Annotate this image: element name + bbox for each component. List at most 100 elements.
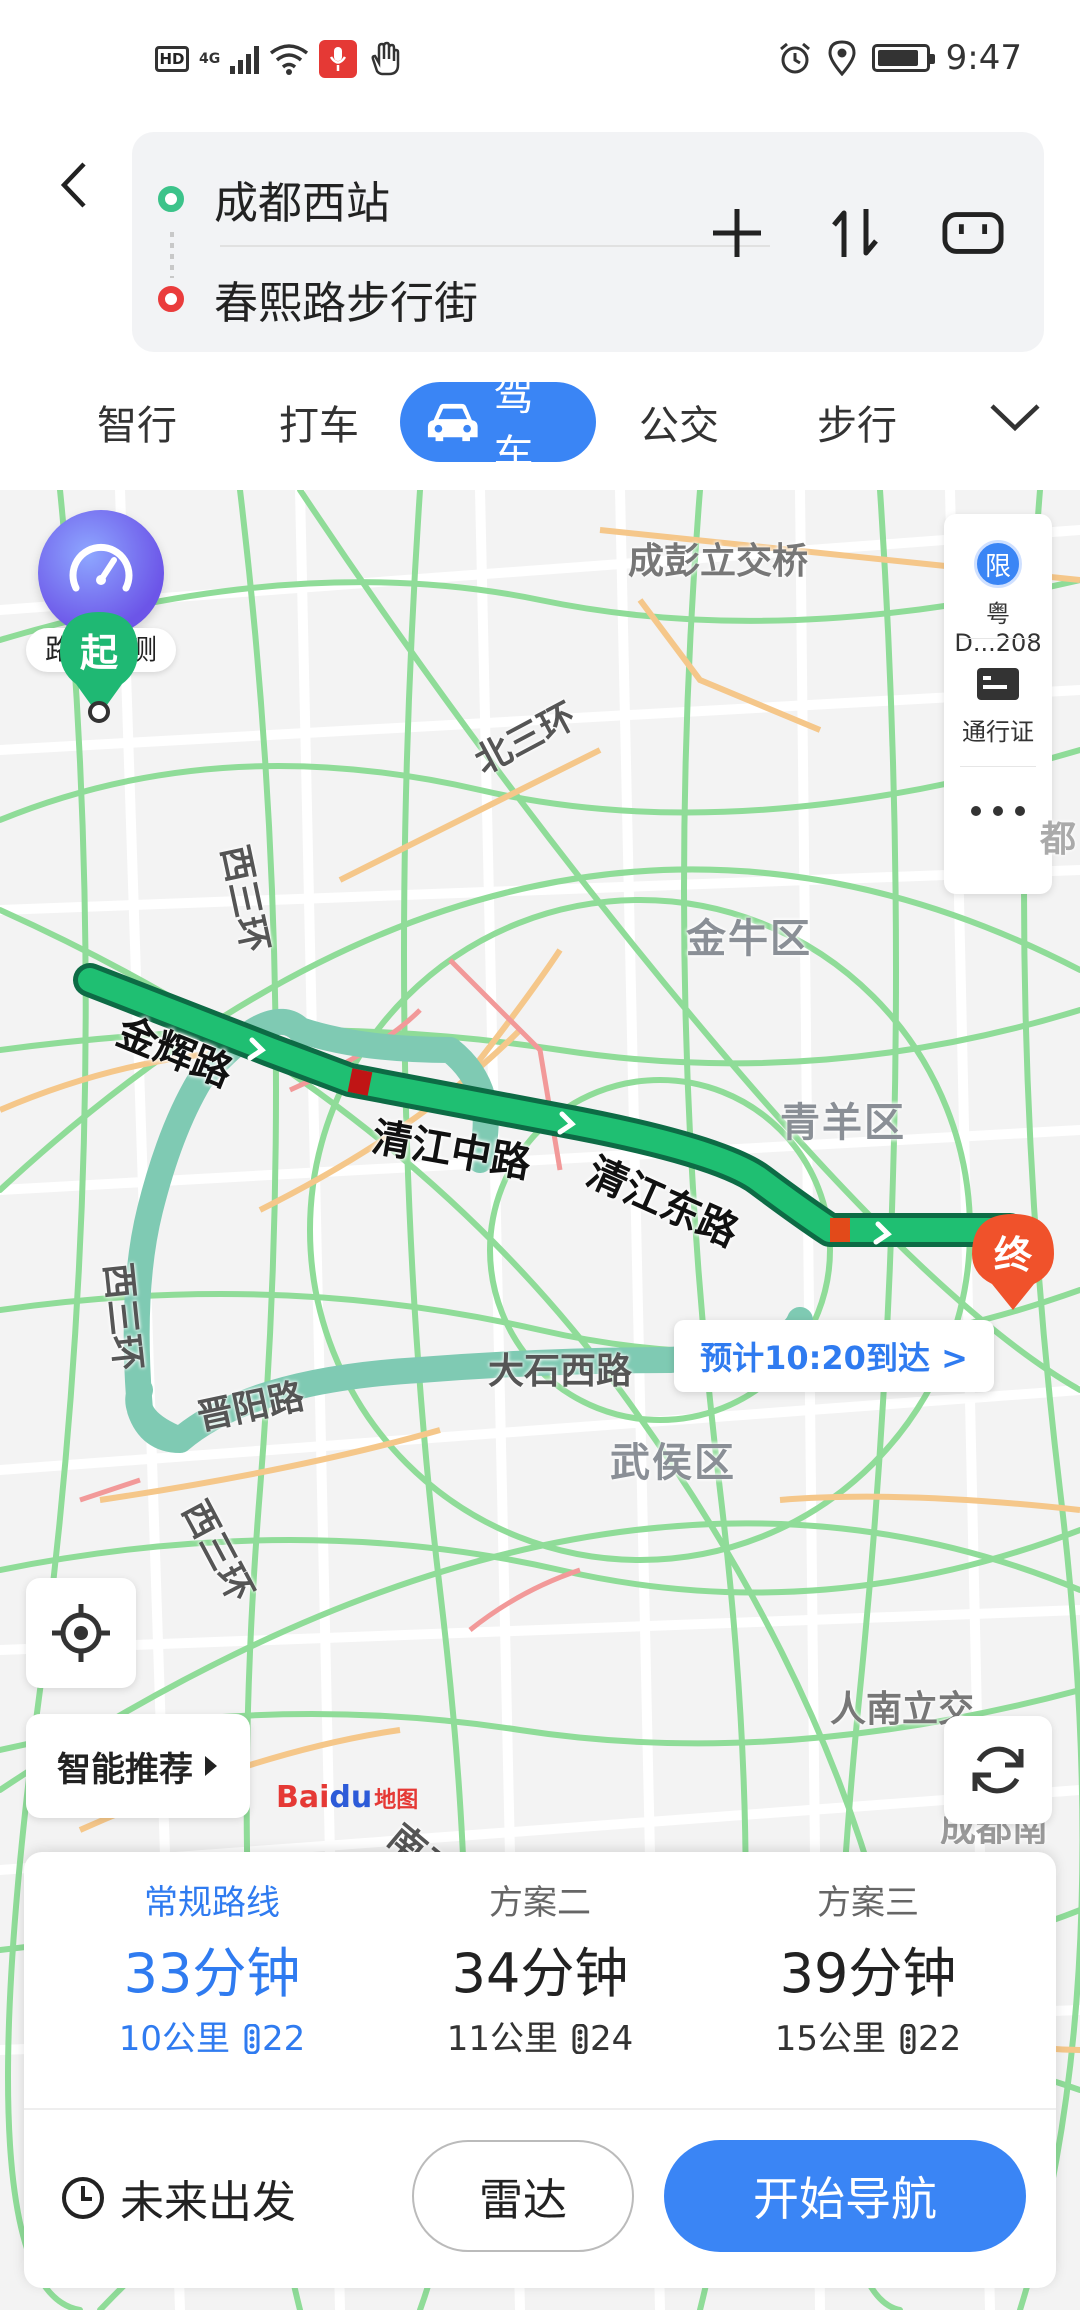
status-left: HD 4G (155, 40, 403, 78)
road-label: 大石西路 (488, 1351, 633, 1392)
plan-option[interactable]: 方案三 39分钟 15公里 22 (696, 1878, 1040, 2064)
crosshair-icon (52, 1604, 110, 1662)
plan-time: 34分钟 (451, 1942, 629, 2005)
plan-meta: 15公里 22 (696, 2014, 1040, 2064)
future-departure-button[interactable]: 未来出发 (60, 2158, 296, 2238)
traffic-light-icon (900, 2024, 916, 2054)
transport-tabs: 智行 打车 驾车 公交 步行 (0, 374, 1080, 478)
plate-label: 粤D...208 (954, 600, 1042, 657)
tab-label: 步行 (817, 403, 897, 449)
plan-time: 33分钟 (123, 1942, 301, 2005)
signal-icon (230, 44, 260, 74)
map-side-panel: 限 粤D...208 通行证 (944, 514, 1052, 894)
origin-dot-icon (158, 186, 184, 212)
plan-option[interactable]: 方案二 34分钟 11公里 24 (368, 1878, 712, 2064)
chevron-down-icon (990, 404, 1040, 432)
back-button[interactable] (48, 150, 98, 220)
route-header: 成都西站 春熙路步行街 智行 打车 驾车 公交 步行 (0, 120, 1080, 490)
car-icon (427, 403, 478, 442)
route-actions (706, 202, 1004, 264)
clock-icon (62, 2177, 104, 2219)
status-right: 9:47 (778, 38, 1022, 78)
destination-row[interactable]: 春熙路步行街 (158, 259, 478, 339)
pass-label: 通行证 (962, 718, 1034, 746)
ring-road-label: 西三环 (96, 1260, 149, 1373)
hand-icon (371, 41, 400, 76)
limit-badge: 限 (974, 540, 1022, 588)
status-bar: HD 4G 9:47 (0, 0, 1080, 120)
tab-label: 驾车 (493, 374, 534, 478)
tabs-more-button[interactable] (988, 396, 1042, 440)
locate-button[interactable] (26, 1578, 136, 1688)
location-icon (828, 40, 856, 76)
logo-text: du (329, 1780, 373, 1815)
origin-row[interactable]: 成都西站 (158, 159, 390, 239)
tab-drive[interactable]: 驾车 (400, 374, 596, 478)
plan-lights: 22 (244, 2014, 305, 2064)
tab-taxi[interactable]: 打车 (244, 382, 394, 462)
plan-meta: 10公里 22 (40, 2014, 384, 2064)
smart-recommend-label: 智能推荐 (57, 1749, 193, 1790)
end-pin[interactable]: 终 (968, 1210, 1058, 1318)
plan-distance: 15公里 (774, 2019, 886, 2059)
add-stop-icon (713, 209, 761, 257)
side-divider (960, 766, 1036, 767)
tab-label: 打车 (279, 403, 359, 449)
plan-meta: 11公里 24 (368, 2014, 712, 2064)
more-button[interactable] (944, 804, 1052, 818)
vehicle-plate-icon (942, 212, 1004, 254)
tab-label: 公交 (639, 403, 719, 449)
start-navigation-button[interactable]: 开始导航 (664, 2140, 1026, 2252)
tab-smart[interactable]: 智行 (62, 382, 212, 462)
district-label: 武侯区 (610, 1440, 736, 1486)
smart-recommend-button[interactable]: 智能推荐 (26, 1714, 250, 1818)
edge-label: 都 (1040, 819, 1077, 860)
start-pin-label: 起 (79, 631, 118, 675)
restriction-button[interactable]: 限 粤D...208 (944, 540, 1052, 657)
radar-button[interactable]: 雷达 (412, 2140, 634, 2252)
plan-name: 常规路线 (144, 1883, 280, 1923)
play-arrow-icon (205, 1756, 217, 1776)
district-label: 金牛区 (686, 916, 812, 962)
hd-icon: HD (155, 46, 189, 72)
plan-name: 方案二 (489, 1883, 591, 1923)
destination-dot-icon (158, 286, 184, 312)
vehicle-plate-button[interactable] (942, 202, 1004, 264)
traffic-light-icon (572, 2024, 588, 2054)
pass-button[interactable]: 通行证 (944, 664, 1052, 747)
plan-name: 方案三 (817, 1883, 919, 1923)
origin-text: 成都西站 (214, 178, 390, 229)
more-dots-icon (971, 806, 1025, 816)
side-divider (960, 638, 1036, 639)
logo-text: Bai (276, 1780, 330, 1815)
tab-bus[interactable]: 公交 (604, 382, 754, 462)
end-pin-label: 终 (993, 1233, 1032, 1277)
plan-distance: 11公里 (446, 2019, 558, 2059)
plan-time: 39分钟 (779, 1942, 957, 2005)
route-plans-card: 常规路线 33分钟 10公里 22 方案二 34分钟 11公里 24 方案三 3… (24, 1852, 1056, 2288)
start-pin[interactable]: 起 (56, 608, 142, 728)
plan-distance: 10公里 (118, 2019, 230, 2059)
baidu-map-logo: Baidu地图 (276, 1780, 418, 1815)
add-stop-button[interactable] (706, 202, 768, 264)
refresh-button[interactable] (944, 1716, 1052, 1824)
refresh-icon (972, 1746, 1024, 1794)
plan-option[interactable]: 常规路线 33分钟 10公里 22 (40, 1878, 384, 2064)
plan-lights-count: 22 (262, 2019, 306, 2059)
back-arrow-icon (60, 162, 86, 208)
eta-tag[interactable]: 预计10:20到达 > (674, 1320, 994, 1392)
card-divider (24, 2108, 1056, 2110)
status-time: 9:47 (945, 38, 1022, 78)
plan-lights: 24 (572, 2014, 633, 2064)
swap-icon (832, 209, 878, 257)
district-label: 青羊区 (780, 1100, 906, 1146)
plan-lights: 22 (900, 2014, 961, 2064)
tab-label: 智行 (97, 403, 177, 449)
tab-walk[interactable]: 步行 (782, 382, 932, 462)
pass-card-icon (977, 668, 1019, 700)
wifi-icon (270, 44, 309, 75)
future-departure-label: 未来出发 (120, 2177, 296, 2228)
traffic-light-icon (244, 2024, 260, 2054)
plan-lights-count: 22 (918, 2019, 962, 2059)
swap-button[interactable] (824, 202, 886, 264)
